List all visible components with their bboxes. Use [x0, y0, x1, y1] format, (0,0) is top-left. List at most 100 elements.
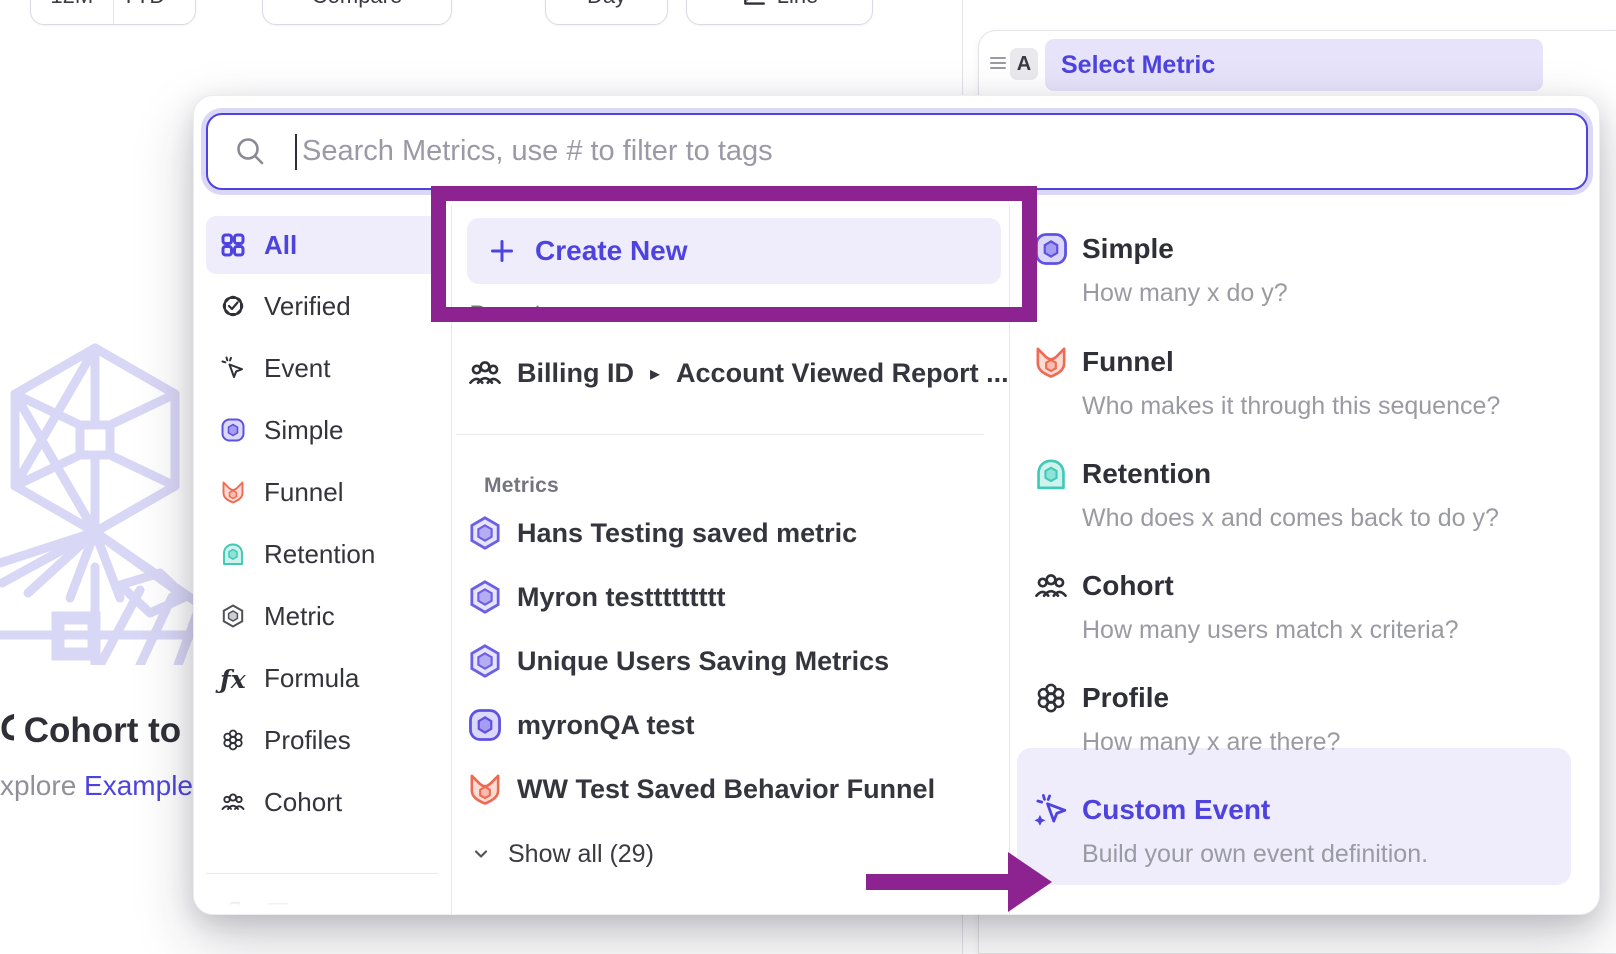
type-option-simple[interactable]: Simple How many x do y? — [1009, 231, 1600, 311]
sidebar-item-partial[interactable] — [220, 899, 288, 915]
type-subtitle: How many x are there? — [1082, 724, 1600, 760]
breadcrumb-arrow: ▸ — [650, 361, 660, 386]
type-title: Retention — [1082, 456, 1600, 492]
search-icon — [234, 135, 268, 169]
drag-handle-icon[interactable] — [990, 57, 1006, 71]
sidebar-label: Formula — [264, 663, 359, 694]
metric-list-item[interactable]: Myron testtttttttt — [467, 575, 725, 619]
select-metric-pill[interactable]: Select Metric — [1045, 39, 1543, 91]
recent-item-primary: Billing ID — [517, 358, 634, 389]
sidebar-item-retention[interactable]: Retention — [206, 525, 438, 583]
compare-label: Compare — [312, 0, 402, 9]
sidebar-label: Cohort — [264, 787, 342, 818]
type-subtitle: Build your own event definition. — [1082, 836, 1600, 872]
type-subtitle: How many users match x criteria? — [1082, 612, 1600, 648]
metric-list-item[interactable]: WW Test Saved Behavior Funnel — [467, 767, 935, 811]
range-ytd-button[interactable]: YTD — [114, 0, 196, 24]
metric-name: Myron testtttttttt — [517, 582, 725, 613]
profiles-cluster-icon — [1033, 680, 1069, 716]
profiles-cluster-icon — [220, 727, 246, 753]
show-all-toggle[interactable]: Show all (29) — [470, 832, 654, 876]
day-label: Day — [587, 0, 626, 9]
sidebar-label: Funnel — [264, 477, 344, 508]
chevron-down-icon — [171, 0, 187, 4]
show-all-label: Show all (29) — [508, 840, 654, 869]
type-option-funnel[interactable]: Funnel Who makes it through this sequenc… — [1009, 344, 1600, 424]
text-cursor — [295, 134, 297, 170]
range-12m-button[interactable]: 12M — [31, 0, 114, 24]
type-option-cohort[interactable]: Cohort How many users match x criteria? — [1009, 568, 1600, 648]
create-new-label: Create New — [535, 235, 688, 267]
recent-item-billing[interactable]: Billing ID ▸ Account Viewed Report ... — [467, 351, 1009, 395]
create-new-button[interactable]: Create New — [467, 218, 1001, 284]
sidebar-label: Event — [264, 353, 331, 384]
type-option-custom-event[interactable]: Custom Event Build your own event defini… — [1009, 792, 1600, 872]
type-title: Funnel — [1082, 344, 1600, 380]
sidebar-label: All — [264, 230, 297, 261]
clipped-label-fragment — [268, 903, 288, 911]
retention-icon — [1033, 456, 1069, 492]
line-chart-icon — [741, 0, 767, 9]
series-a-label: A — [1017, 53, 1031, 76]
empty-state-subtext: xplore Example — [0, 770, 194, 802]
sidebar-label: Profiles — [264, 725, 351, 756]
sidebar-divider — [451, 206, 452, 914]
metric-name: WW Test Saved Behavior Funnel — [517, 774, 935, 805]
sidebar-item-event[interactable]: Event — [206, 339, 438, 397]
sidebar-item-verified[interactable]: Verified — [206, 277, 438, 335]
select-metric-label: Select Metric — [1061, 51, 1215, 80]
plus-icon — [489, 238, 515, 264]
cohort-people-icon — [467, 355, 503, 391]
saved-metric-icon — [467, 643, 503, 679]
metric-list-item[interactable]: Hans Testing saved metric — [467, 511, 857, 555]
saved-metric-icon — [467, 579, 503, 615]
type-subtitle: Who does x and comes back to do y? — [1082, 500, 1600, 536]
type-title: Simple — [1082, 231, 1600, 267]
sidebar-section-divider — [206, 873, 438, 874]
empty-state-illustration — [0, 335, 200, 665]
empty-state-headline: Cohort to ge — [0, 708, 192, 751]
funnel-icon — [1033, 344, 1069, 380]
custom-event-icon — [1033, 792, 1069, 828]
compare-button[interactable]: Compare — [262, 0, 452, 25]
series-a-badge: A — [1010, 48, 1038, 80]
verified-badge-icon — [220, 293, 246, 319]
metric-picker-modal: All Verified Event — [193, 95, 1600, 915]
subtext-text: xplore — [0, 770, 76, 801]
type-option-profile[interactable]: Profile How many x are there? — [1009, 680, 1600, 760]
line-label: Line — [777, 0, 819, 9]
recent-item-secondary: Account Viewed Report ... — [676, 358, 1009, 389]
type-option-retention[interactable]: Retention Who does x and comes back to d… — [1009, 456, 1600, 536]
metric-name: Hans Testing saved metric — [517, 518, 857, 549]
search-input[interactable] — [302, 115, 1572, 187]
metric-list-item[interactable]: myronQA test — [467, 703, 695, 747]
saved-metric-icon — [467, 515, 503, 551]
sidebar-item-profiles[interactable]: Profiles — [206, 711, 438, 769]
sidebar-item-cohort[interactable]: Cohort — [206, 773, 438, 831]
metrics-header: Metrics — [484, 474, 559, 498]
metric-name: Unique Users Saving Metrics — [517, 646, 889, 677]
cohort-people-icon — [220, 789, 246, 815]
headline-text: Cohort to ge — [24, 711, 192, 750]
metric-list-item[interactable]: Unique Users Saving Metrics — [467, 639, 889, 683]
sidebar-label: Retention — [264, 539, 375, 570]
granularity-day-button[interactable]: Day — [545, 0, 668, 25]
simple-metric-icon — [467, 707, 503, 743]
sidebar-item-metric[interactable]: Metric — [206, 587, 438, 645]
sidebar-label: Verified — [264, 291, 351, 322]
sidebar-item-simple[interactable]: Simple — [206, 401, 438, 459]
sidebar-item-all[interactable]: All — [206, 216, 438, 274]
type-title: Cohort — [1082, 568, 1600, 604]
metric-name: myronQA test — [517, 710, 695, 741]
chart-type-line-button[interactable]: Line — [686, 0, 873, 25]
sidebar-item-formula[interactable]: ƒx Formula — [206, 649, 438, 707]
sidebar-item-funnel[interactable]: Funnel — [206, 463, 438, 521]
simple-metric-icon — [1033, 231, 1069, 267]
retention-icon — [220, 541, 246, 567]
type-subtitle: How many x do y? — [1082, 275, 1600, 311]
metric-search-bar — [206, 113, 1588, 190]
type-title: Custom Event — [1082, 792, 1600, 828]
example-boards-link[interactable]: Example — [84, 770, 193, 801]
event-cursor-icon — [220, 355, 246, 381]
page: 12M YTD Compare Day Line A — [0, 0, 1616, 954]
